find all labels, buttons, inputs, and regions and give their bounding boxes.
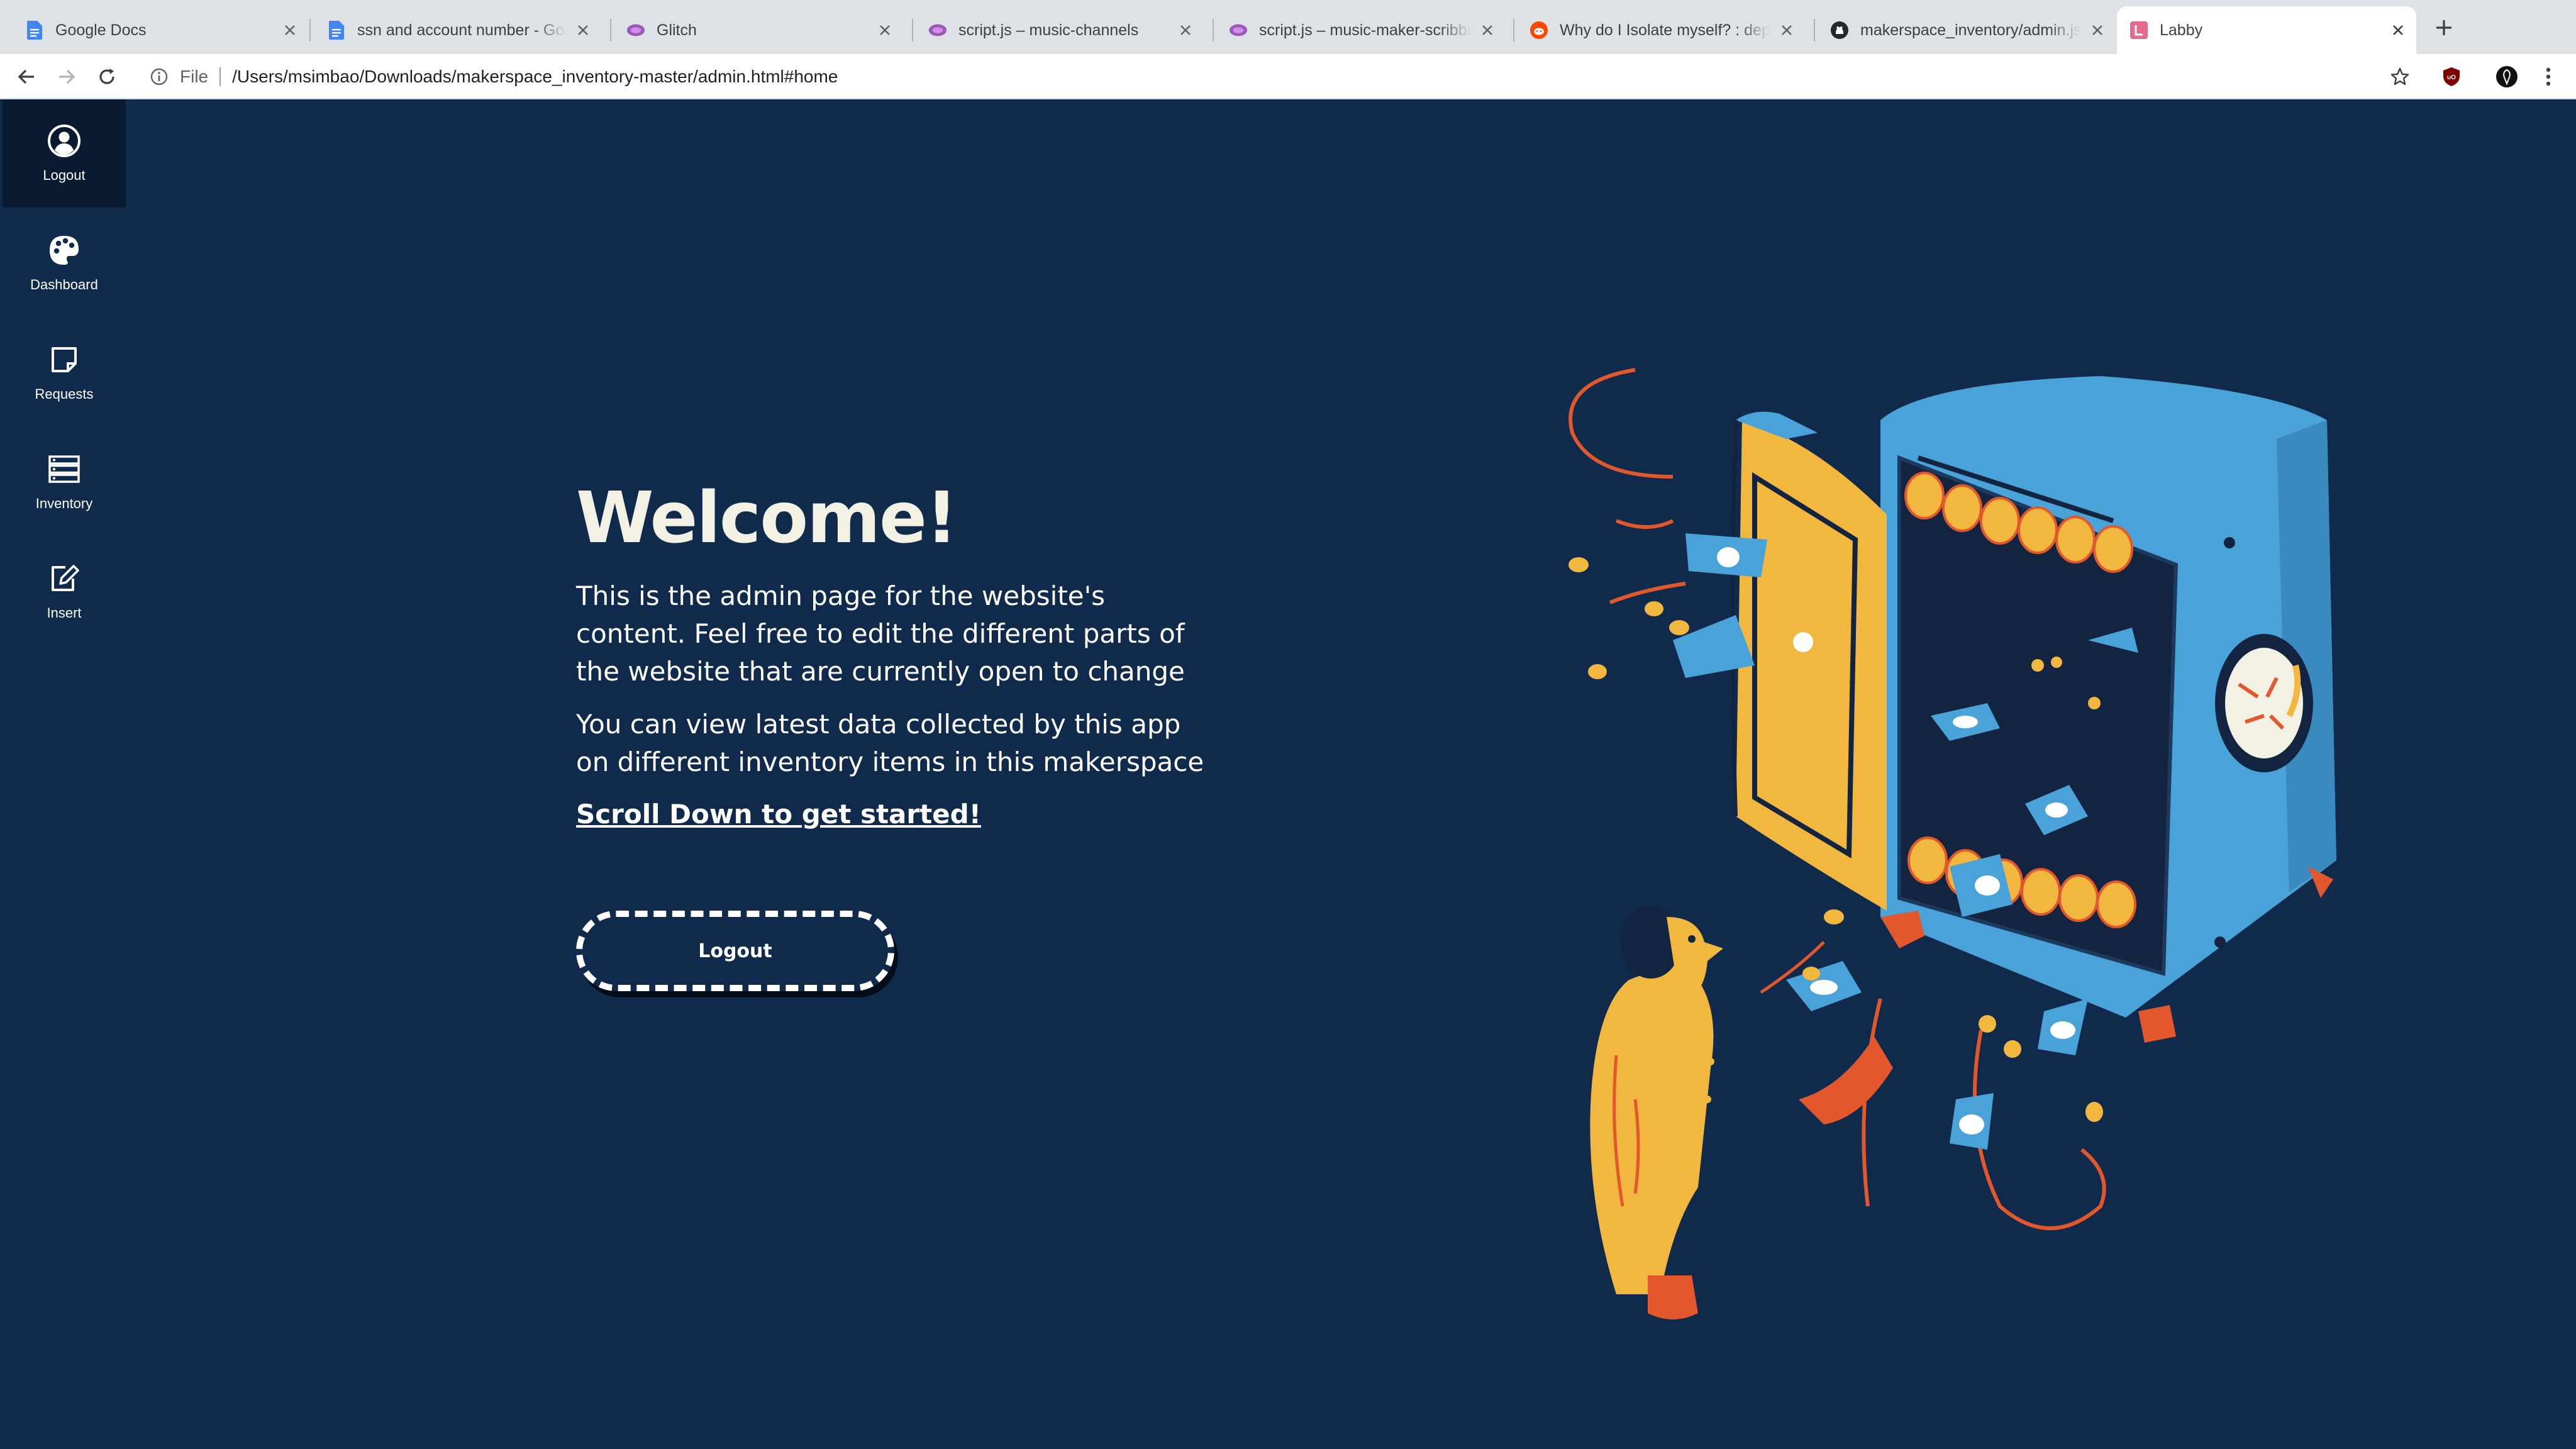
sidebar-item-label: Dashboard: [30, 277, 98, 292]
sidebar-item-inventory[interactable]: Inventory: [3, 428, 126, 536]
ublock-shield-icon: uO: [2443, 67, 2460, 86]
tab-close-icon[interactable]: [282, 22, 298, 38]
tab-title: Why do I Isolate myself? : depression: [1560, 21, 1770, 39]
sidebar-item-label: Insert: [47, 605, 82, 621]
reload-button[interactable]: [93, 63, 121, 91]
url-scheme: File: [180, 67, 209, 86]
tab-title: script.js – music-maker-scribble: [1259, 21, 1470, 39]
bookmark-star-button[interactable]: [2386, 63, 2414, 91]
scroll-down-link[interactable]: Scroll Down to get started!: [576, 799, 1306, 830]
palette-icon: [47, 233, 82, 268]
extension-button[interactable]: [2493, 63, 2521, 91]
info-icon[interactable]: [148, 66, 170, 87]
tab-title: script.js – music-channels: [958, 21, 1139, 39]
labby-icon: [2129, 21, 2148, 40]
sidebar-item-label: Requests: [35, 386, 94, 402]
page-title: Welcome!: [576, 477, 958, 559]
sidebar-item-logout[interactable]: Logout: [3, 99, 126, 208]
plus-icon: [2436, 20, 2451, 35]
tab-close-icon[interactable]: [2089, 22, 2106, 38]
reload-icon: [99, 69, 114, 84]
tab-music-maker-scribble[interactable]: script.js – music-maker-scribble: [1204, 6, 1506, 54]
browser-menu-button[interactable]: [2534, 63, 2562, 91]
tab-reddit[interactable]: Why do I Isolate myself? : depression: [1504, 6, 1805, 54]
tab-title: ssn and account number - Google Docs: [357, 21, 566, 39]
browser-toolbar: File /Users/msimbao/Downloads/makerspace…: [0, 54, 2576, 99]
sidebar: Logout Dashboard Requests Inventory Inse…: [0, 99, 126, 728]
new-tab-button[interactable]: [2433, 16, 2455, 39]
server-icon: [47, 452, 82, 487]
tab-close-icon[interactable]: [575, 22, 591, 38]
tab-title: Glitch: [657, 21, 697, 39]
tab-title: Labby: [2160, 21, 2203, 39]
hero-text: Welcome! This is the admin page for the …: [576, 483, 1306, 830]
reddit-icon: [1530, 21, 1548, 40]
kebab-menu-icon: [2546, 67, 2551, 86]
google-docs-icon: [25, 21, 44, 40]
tab-ssn-google-docs[interactable]: ssn and account number - Google Docs: [302, 6, 601, 54]
svg-text:uO: uO: [2447, 74, 2456, 81]
glitch-icon: [928, 21, 947, 40]
extension-circle-icon: [2496, 66, 2518, 87]
logout-button-label: Logout: [698, 940, 772, 962]
sidebar-item-requests[interactable]: Requests: [3, 318, 126, 426]
glitch-icon: [1229, 21, 1248, 40]
glitch-icon: [626, 21, 645, 40]
github-icon: [1830, 21, 1849, 40]
data-paragraph: You can view latest data collected by th…: [576, 709, 1204, 777]
tab-google-docs[interactable]: Google Docs: [0, 6, 308, 54]
star-icon: [2390, 67, 2409, 86]
google-docs-icon: [327, 21, 346, 40]
sidebar-item-label: Logout: [43, 167, 86, 183]
tab-close-icon[interactable]: [1479, 22, 1496, 38]
sidebar-item-dashboard[interactable]: Dashboard: [3, 209, 126, 317]
tab-close-icon[interactable]: [1779, 22, 1795, 38]
tab-close-icon[interactable]: [1177, 22, 1194, 38]
tab-music-channels[interactable]: script.js – music-channels: [903, 6, 1204, 54]
edit-icon: [47, 561, 82, 596]
safe-illustration: [1568, 368, 2336, 1319]
sticky-note-icon: [47, 342, 82, 377]
tab-close-icon[interactable]: [877, 22, 893, 38]
sidebar-item-insert[interactable]: Insert: [3, 537, 126, 645]
tab-github[interactable]: makerspace_inventory/admin.js: [1805, 6, 2116, 54]
tab-glitch[interactable]: Glitch: [601, 6, 903, 54]
tab-close-icon[interactable]: [2390, 22, 2406, 38]
back-button[interactable]: [13, 63, 40, 91]
tab-title: makerspace_inventory/admin.js: [1860, 21, 2080, 39]
omnibox-divider: [219, 67, 221, 86]
sidebar-item-label: Inventory: [35, 496, 93, 511]
browser-tab-strip: Google Docs ssn and account number - Goo…: [0, 0, 2576, 54]
forward-button[interactable]: [53, 63, 80, 91]
arrow-left-icon: [18, 69, 34, 84]
intro-paragraph: This is the admin page for the website's…: [576, 580, 1185, 687]
page-content: Logout Dashboard Requests Inventory Inse…: [0, 99, 2576, 1449]
logout-button[interactable]: Logout: [576, 911, 894, 991]
tab-labby[interactable]: Labby: [2117, 6, 2416, 54]
ublock-extension-button[interactable]: uO: [2438, 63, 2465, 91]
url-text[interactable]: /Users/msimbao/Downloads/makerspace_inve…: [232, 67, 838, 87]
address-bar[interactable]: File /Users/msimbao/Downloads/makerspace…: [136, 60, 2412, 93]
arrow-right-icon: [59, 69, 75, 84]
tab-title: Google Docs: [55, 21, 147, 39]
user-circle-icon: [47, 123, 82, 158]
